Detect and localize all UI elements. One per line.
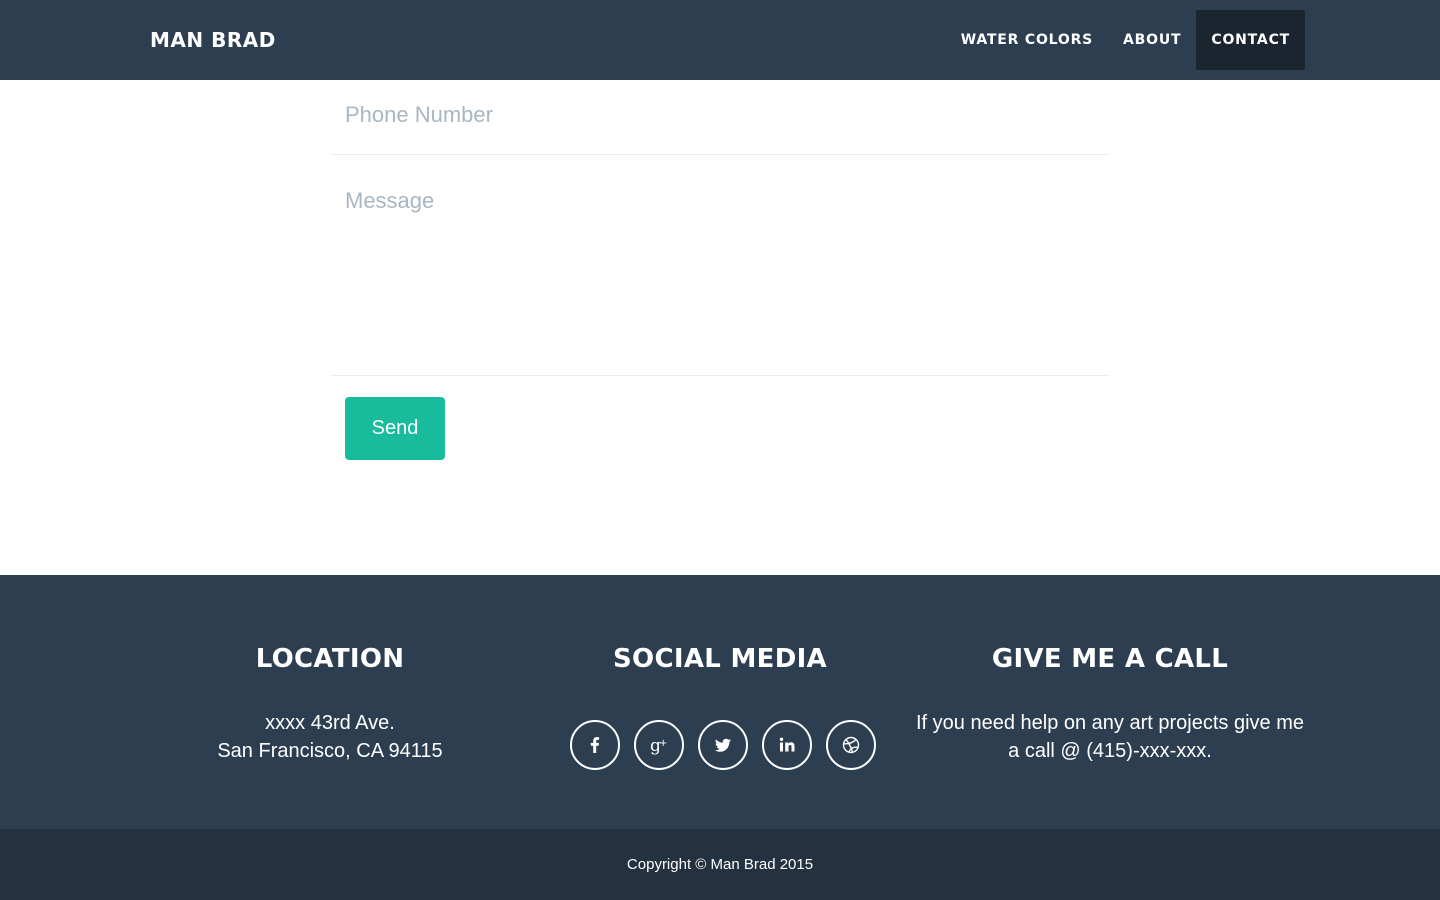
nav-menu: WATER COLORS ABOUT CONTACT <box>946 10 1305 70</box>
social-media-section: SOCIAL MEDIA g + <box>525 641 915 770</box>
location-heading: LOCATION <box>255 644 405 674</box>
call-text: If you need help on any art projects giv… <box>915 712 1304 762</box>
phone-field-group <box>330 80 1110 155</box>
nav-item-water-colors[interactable]: WATER COLORS <box>946 10 1108 70</box>
address-line-2: San Francisco, CA 94115 <box>217 740 443 762</box>
call-heading: GIVE ME A CALL <box>991 644 1229 674</box>
contact-form: Send <box>330 80 1110 460</box>
google-plus-icon[interactable]: g + <box>633 720 684 770</box>
address-line-1: xxxx 43rd Ave. <box>265 712 395 734</box>
copyright-bar: Copyright © Man Brad 2015 <box>0 829 1440 900</box>
nav-item-contact[interactable]: CONTACT <box>1196 10 1305 70</box>
footer: LOCATION xxxx 43rd Ave. San Francisco, C… <box>0 575 1440 829</box>
message-field-group <box>330 155 1110 376</box>
svg-text:+: + <box>659 738 667 749</box>
brand-logo[interactable]: MAN BRAD <box>150 28 276 52</box>
location-section: LOCATION xxxx 43rd Ave. San Francisco, C… <box>135 641 525 765</box>
linkedin-icon[interactable] <box>761 720 812 770</box>
social-media-heading: SOCIAL MEDIA <box>613 644 827 674</box>
send-button[interactable]: Send <box>345 397 445 460</box>
social-links: g + <box>525 720 915 770</box>
twitter-icon[interactable] <box>697 720 748 770</box>
nav-item-about[interactable]: ABOUT <box>1108 10 1196 70</box>
facebook-icon[interactable] <box>569 720 620 770</box>
dribbble-icon[interactable] <box>825 720 876 770</box>
phone-number-input[interactable] <box>345 100 1095 130</box>
navbar: MAN BRAD WATER COLORS ABOUT CONTACT <box>0 0 1440 80</box>
message-textarea[interactable] <box>345 188 1095 358</box>
give-me-a-call-section: GIVE ME A CALL If you need help on any a… <box>915 641 1305 765</box>
copyright-text: Copyright © Man Brad 2015 <box>626 856 814 873</box>
